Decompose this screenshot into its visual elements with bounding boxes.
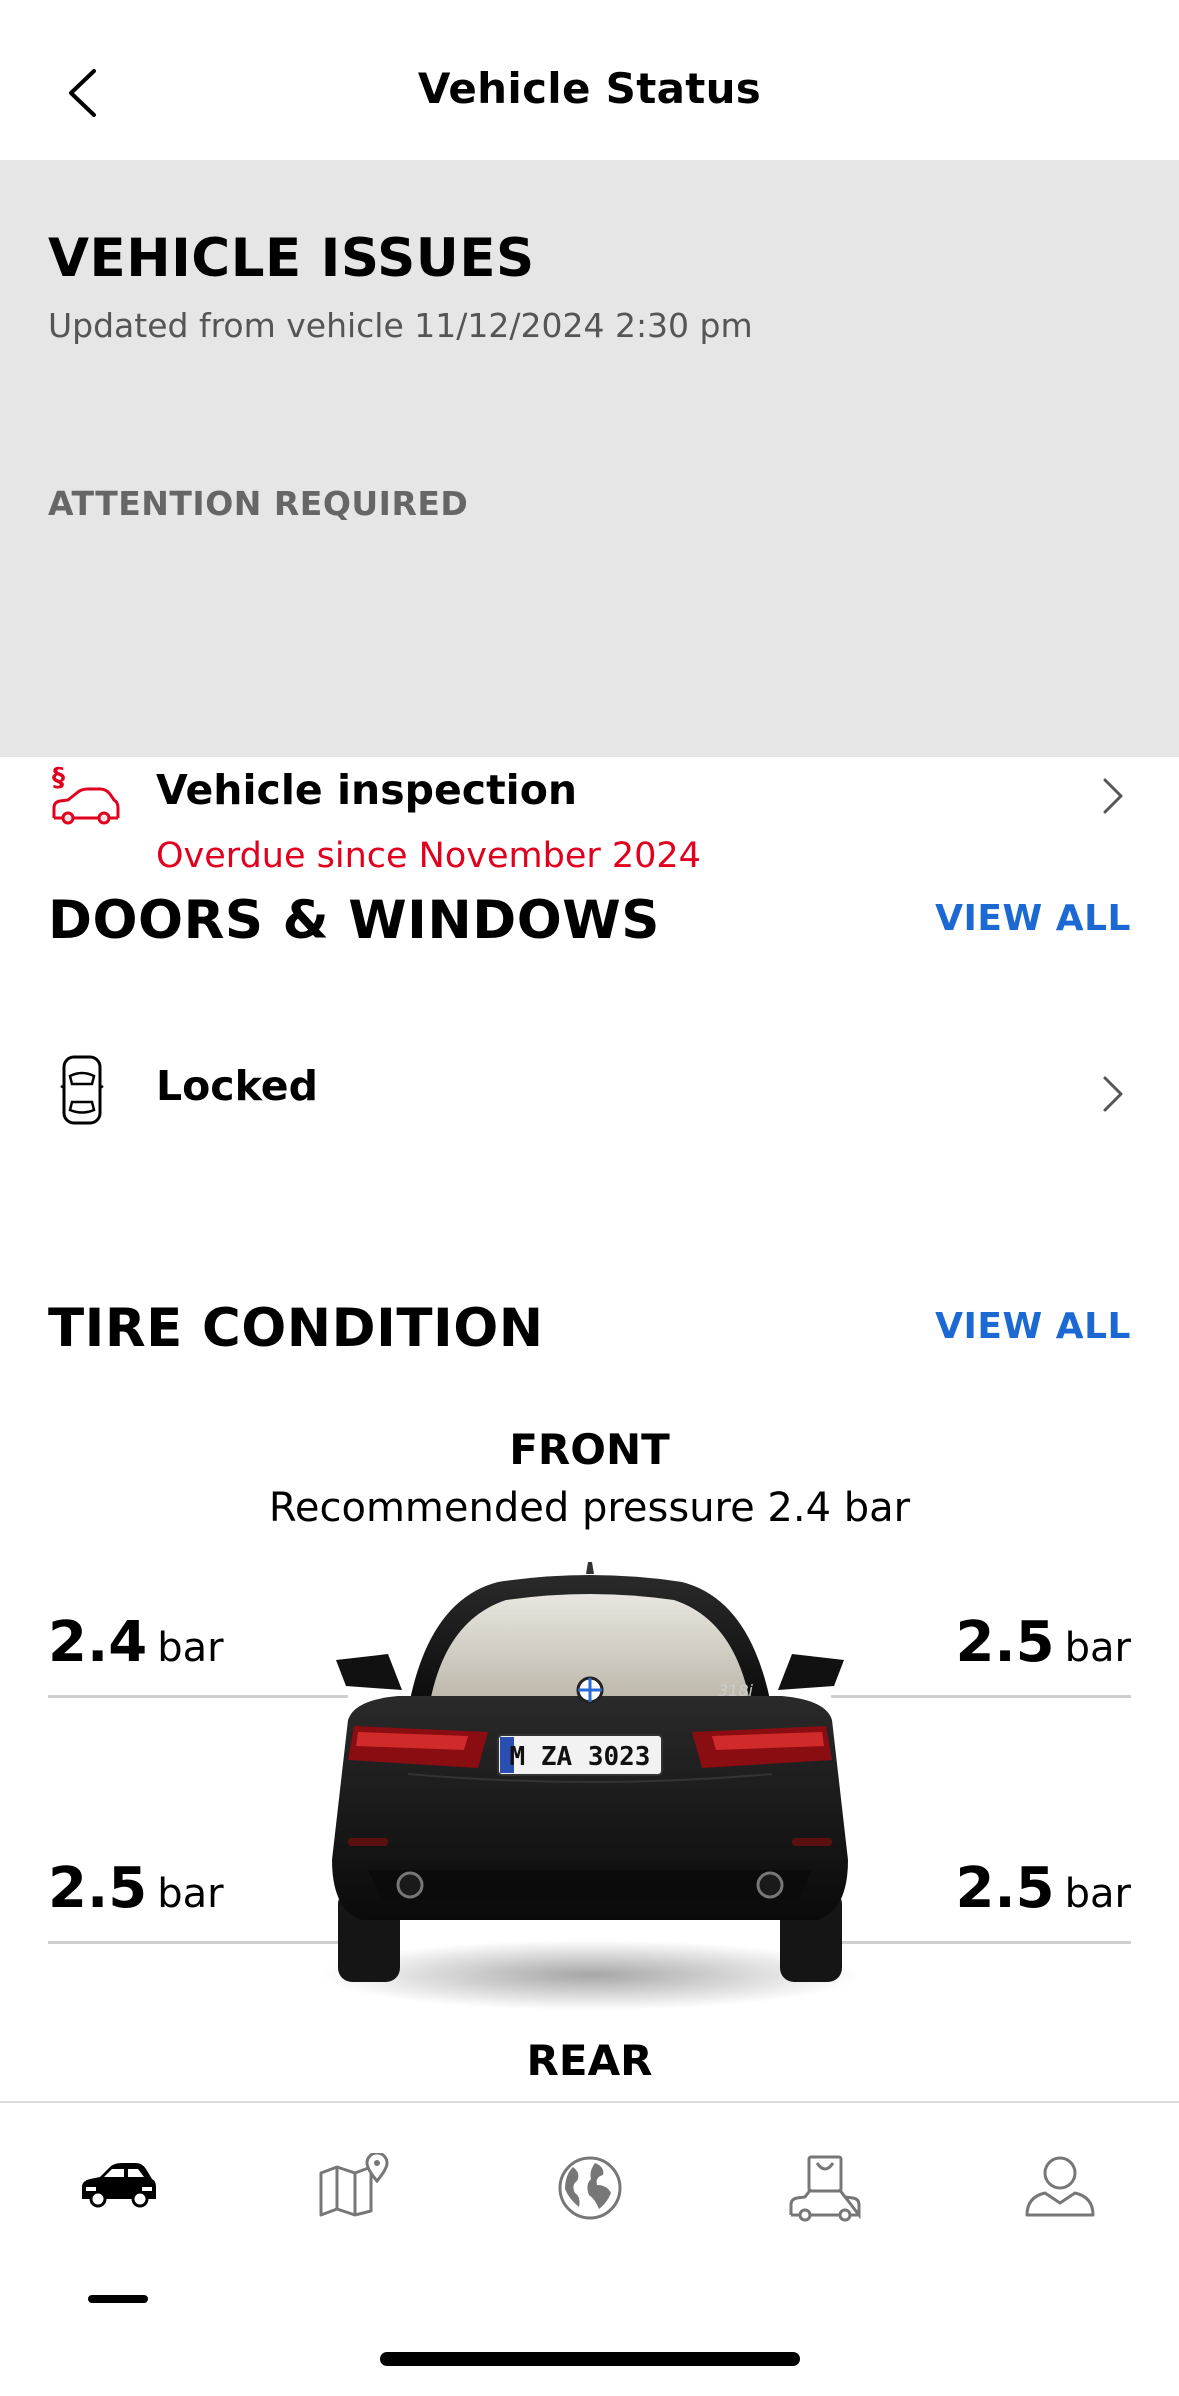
- tab-shop[interactable]: [775, 2153, 875, 2263]
- pressure-unit: bar: [157, 1871, 224, 1917]
- vehicle-inspection-row[interactable]: § Vehicle inspection Overdue since Novem…: [0, 590, 1179, 876]
- shop-car-icon: [789, 2155, 861, 2222]
- car-icon: [82, 2163, 156, 2208]
- front-label: FRONT: [509, 1425, 670, 1474]
- doors-locked-row[interactable]: Locked: [0, 1050, 1179, 1140]
- tire-view-all-link[interactable]: VIEW ALL: [935, 1306, 1131, 1347]
- front-left-pressure: 2.4 bar: [48, 1610, 224, 1675]
- inspection-car-icon: §: [52, 763, 120, 825]
- pressure-unit: bar: [1064, 1625, 1131, 1671]
- pressure-unit: bar: [157, 1625, 224, 1671]
- license-plate: M ZA 3023: [510, 1742, 651, 1772]
- doors-view-all-link[interactable]: VIEW ALL: [935, 898, 1131, 939]
- front-right-value: 2.5: [955, 1610, 1055, 1675]
- home-indicator: [380, 2352, 800, 2366]
- globe-icon: [558, 2156, 622, 2220]
- chevron-right-icon: [1103, 1076, 1123, 1112]
- tire-divider: [831, 1941, 1131, 1944]
- rear-label: REAR: [526, 2036, 653, 2085]
- rear-right-pressure: 2.5 bar: [955, 1856, 1131, 1921]
- doors-windows-title: DOORS & WINDOWS: [48, 890, 660, 951]
- rear-left-value: 2.5: [48, 1856, 148, 1921]
- tire-divider: [48, 1941, 348, 1944]
- svg-text:§: §: [52, 763, 65, 793]
- inspection-subtitle: Overdue since November 2024: [156, 836, 701, 876]
- car-rear-image: 318i M ZA 3023: [320, 1562, 860, 2010]
- app-header: Vehicle Status: [0, 0, 1179, 160]
- tire-divider: [831, 1695, 1131, 1698]
- tab-vehicle[interactable]: [68, 2153, 168, 2303]
- tab-map[interactable]: [305, 2153, 405, 2263]
- vehicle-issues-section: VEHICLE ISSUES Updated from vehicle 11/1…: [0, 160, 1179, 876]
- map-pin-icon: [319, 2153, 389, 2217]
- rear-left-pressure: 2.5 bar: [48, 1856, 224, 1921]
- model-badge: 318i: [718, 1681, 754, 1700]
- tab-profile[interactable]: [1010, 2153, 1110, 2263]
- tab-world[interactable]: [540, 2153, 640, 2263]
- locked-status: Locked: [156, 1062, 318, 1110]
- pressure-unit: bar: [1064, 1871, 1131, 1917]
- tire-condition-title: TIRE CONDITION: [48, 1298, 544, 1359]
- active-tab-indicator: [88, 2295, 148, 2303]
- chevron-right-icon: [1103, 778, 1123, 814]
- rear-right-value: 2.5: [955, 1856, 1055, 1921]
- inspection-title: Vehicle inspection: [156, 766, 578, 814]
- updated-timestamp: Updated from vehicle 11/12/2024 2:30 pm: [48, 306, 753, 345]
- page-title: Vehicle Status: [417, 64, 762, 113]
- car-top-view-icon: [60, 1055, 104, 1125]
- person-icon: [1025, 2156, 1095, 2217]
- doors-windows-header: DOORS & WINDOWS VIEW ALL: [48, 890, 1131, 960]
- tire-condition-header: TIRE CONDITION VIEW ALL: [48, 1298, 1131, 1368]
- front-right-pressure: 2.5 bar: [955, 1610, 1131, 1675]
- recommended-pressure: Recommended pressure 2.4 bar: [268, 1485, 911, 1531]
- tire-divider: [48, 1695, 348, 1698]
- front-left-value: 2.4: [48, 1610, 148, 1675]
- attention-required-label: ATTENTION REQUIRED: [48, 484, 469, 523]
- vehicle-issues-title: VEHICLE ISSUES: [48, 228, 535, 289]
